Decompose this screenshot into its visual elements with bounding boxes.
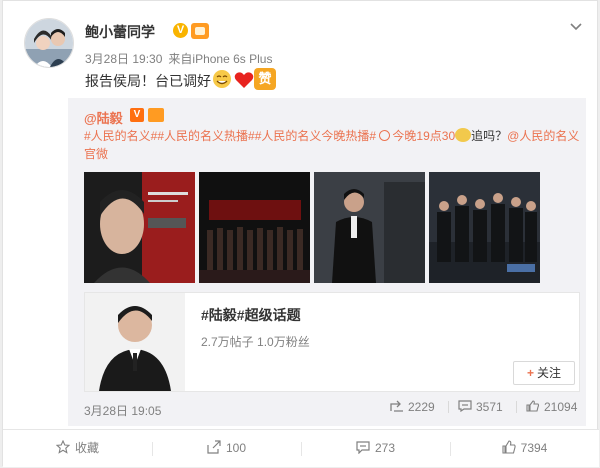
emoji-icon: [455, 128, 472, 142]
divider: [516, 401, 517, 413]
like-button[interactable]: 7394: [450, 430, 599, 467]
picture-thumbnail[interactable]: [314, 172, 425, 283]
original-verified-icon: V: [130, 108, 144, 122]
chevron-down-icon[interactable]: [568, 19, 584, 35]
original-suffix: 追吗？: [471, 129, 508, 143]
avatar[interactable]: [24, 18, 74, 68]
clock-icon: [379, 130, 391, 141]
original-comment-count[interactable]: 3571: [458, 400, 503, 416]
repost-box: @陆毅 V #人民的名义##人民的名义热播##人民的名义今晚热播# 今晚19点3…: [68, 98, 586, 426]
divider: [448, 401, 449, 413]
time-link[interactable]: 今晚19点30: [379, 129, 455, 143]
topic-title[interactable]: #陆毅#超级话题: [201, 305, 301, 325]
original-text: #人民的名义##人民的名义热播##人民的名义今晚热播# 今晚19点30 追吗？@人…: [84, 127, 584, 163]
topic-fans: 1.0万粉丝: [257, 335, 310, 349]
author-name[interactable]: 鲍小蕾同学: [85, 22, 155, 42]
repost-icon: [390, 400, 403, 412]
post-time[interactable]: 3月28日 19:30: [85, 52, 162, 66]
thumbs-up-icon: [526, 400, 540, 412]
topic-image: [85, 293, 185, 391]
post-text: 报告侯局！台已调好: [85, 73, 211, 89]
original-date[interactable]: 3月28日 19:05: [84, 402, 161, 419]
smile-emoji-icon: [213, 70, 231, 88]
original-like-count[interactable]: 21094: [526, 400, 577, 416]
favorite-button[interactable]: 收藏: [3, 430, 152, 467]
via-prefix: 来自: [168, 52, 193, 66]
picture-thumbnail[interactable]: [199, 172, 310, 283]
original-repost-count[interactable]: 2229: [390, 400, 435, 416]
follow-button[interactable]: + 关注: [513, 361, 575, 385]
heart-emoji-icon: [234, 72, 254, 88]
hashtag-link[interactable]: #人民的名义热播#: [157, 129, 254, 143]
post-device[interactable]: iPhone 6s Plus: [192, 52, 272, 66]
zan-emoji-icon: 赞: [254, 68, 276, 90]
comment-button[interactable]: 273: [301, 430, 450, 467]
original-vip-icon: [148, 108, 164, 122]
topic-posts: 2.7万帖子: [201, 335, 254, 349]
hashtag-link[interactable]: #人民的名义#: [84, 129, 157, 143]
repost-button[interactable]: 100: [152, 430, 301, 467]
topic-stats: 2.7万帖子 1.0万粉丝: [201, 333, 310, 350]
hashtag-link[interactable]: #人民的名义今晚热播#: [255, 129, 376, 143]
comment-icon: [356, 441, 370, 455]
share-icon: [207, 440, 221, 454]
picture-thumbnail[interactable]: [429, 172, 540, 283]
picture-thumbnail[interactable]: [84, 172, 195, 283]
post-meta: 3月28日 19:30 来自iPhone 6s Plus: [85, 50, 272, 67]
original-author[interactable]: @陆毅: [84, 108, 123, 127]
super-topic-card[interactable]: #陆毅#超级话题 2.7万帖子 1.0万粉丝 + 关注: [84, 292, 580, 392]
plus-icon: +: [526, 366, 534, 380]
action-bar: 收藏 100 273 7394: [3, 429, 599, 467]
vip-badge-icon: [191, 23, 209, 39]
verified-badge-icon: V: [173, 23, 188, 38]
star-icon: [55, 439, 71, 454]
weibo-card: 鲍小蕾同学 V 3月28日 19:30 来自iPhone 6s Plus 报告侯局…: [2, 0, 599, 467]
comment-icon: [458, 400, 472, 412]
thumbs-up-icon: [502, 440, 516, 454]
